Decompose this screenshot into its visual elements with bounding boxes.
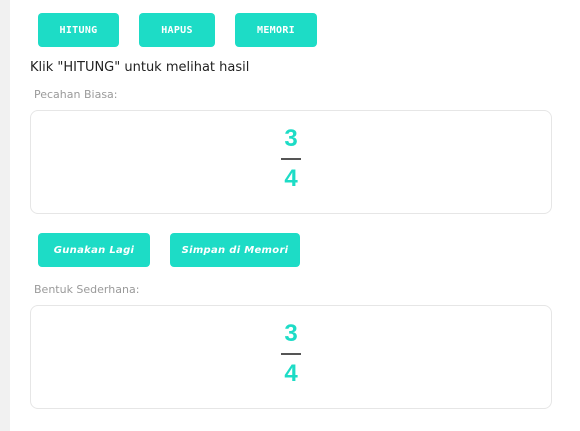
simplified-denominator: 4 — [284, 360, 298, 387]
gunakan-lagi-button[interactable]: Gunakan Lagi — [38, 233, 150, 267]
calculator-panel: HITUNG HAPUS MEMORI Klik "HITUNG" untuk … — [10, 0, 580, 431]
simpan-memori-button[interactable]: Simpan di Memori — [170, 233, 300, 267]
hapus-button[interactable]: HAPUS — [139, 13, 215, 47]
bentuk-sederhana-box: 3 4 — [30, 305, 552, 409]
memori-button[interactable]: MEMORI — [235, 13, 317, 47]
fraction-display: 3 4 — [31, 125, 551, 193]
pecahan-biasa-label: Pecahan Biasa: — [34, 88, 118, 101]
fraction-bar — [281, 158, 301, 160]
fraction-denominator: 4 — [284, 165, 298, 192]
pecahan-biasa-box: 3 4 — [30, 110, 552, 214]
simplified-numerator: 3 — [284, 320, 298, 347]
simplified-fraction-display: 3 4 — [31, 320, 551, 388]
fraction-numerator: 3 — [284, 125, 298, 152]
instruction-text: Klik "HITUNG" untuk melihat hasil — [30, 60, 250, 75]
hitung-button[interactable]: HITUNG — [38, 13, 119, 47]
bentuk-sederhana-label: Bentuk Sederhana: — [34, 283, 140, 296]
simplified-fraction-bar — [281, 353, 301, 355]
